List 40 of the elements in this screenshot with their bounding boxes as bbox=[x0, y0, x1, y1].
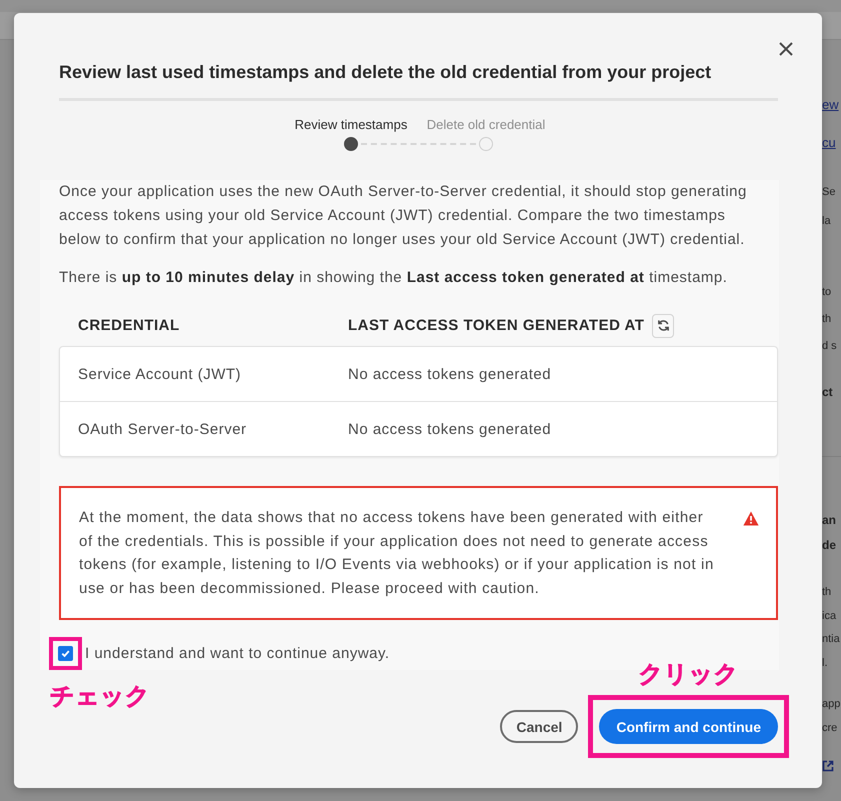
page-text: ct bbox=[822, 385, 833, 399]
page-text: la bbox=[822, 215, 831, 227]
intro-text: Once your application uses the new OAuth Server-to-Server credential, it should stop generating access tokens using your old Service Account (JWT) credential. Compare the two timestamps below to confirm that your application no longer uses your old Service Account (JWT) credential. bbox=[59, 182, 748, 250]
checkbox[interactable] bbox=[58, 646, 73, 661]
step-label: Review timestamps bbox=[294, 117, 408, 133]
table-cell: No access tokens generated bbox=[348, 366, 552, 382]
page-text: cre bbox=[822, 722, 838, 734]
page-text: th bbox=[822, 313, 832, 325]
dialog-title: Review last used timestamps and delete the old credential from your project bbox=[59, 61, 712, 84]
checkbox-label[interactable]: I understand and want to continue anyway. bbox=[85, 644, 390, 664]
page-text: ica bbox=[822, 610, 836, 622]
section-heading: de bbox=[822, 538, 836, 552]
refresh-button[interactable] bbox=[652, 314, 674, 338]
table-cell: No access tokens generated bbox=[348, 420, 552, 438]
column-header: CREDENTIAL bbox=[78, 317, 181, 334]
checkmark-icon bbox=[60, 648, 71, 659]
warning-text: At the moment, the data shows that no access tokens have been generated with either of the credentials. This is possible if your application does not need to generate access tokens (for example, listening to I/O Events via webhooks) or if your application is not in use or has been decommissioned. Please proceed with caution. bbox=[79, 508, 715, 598]
cancel-button[interactable]: Cancel bbox=[500, 710, 578, 743]
page-text: to bbox=[822, 286, 832, 298]
close-icon bbox=[779, 42, 793, 56]
table-cell: OAuth Server-to-Server bbox=[78, 420, 247, 438]
link[interactable]: cu bbox=[822, 135, 836, 150]
column-header: LAST ACCESS TOKEN GENERATED AT bbox=[348, 317, 644, 334]
confirm-button[interactable]: Confirm and continue bbox=[599, 709, 778, 744]
page-text: ntia bbox=[822, 633, 840, 645]
warning-icon bbox=[743, 511, 759, 526]
annotation-label: チェック bbox=[50, 682, 150, 711]
page-text: d s bbox=[822, 340, 837, 352]
page-text: app bbox=[822, 698, 840, 710]
step-label: Delete old credential bbox=[426, 117, 546, 133]
page-text: Se bbox=[822, 186, 836, 198]
external-link-icon[interactable] bbox=[822, 760, 834, 772]
page-text: th bbox=[822, 586, 832, 598]
table-cell: Service Account (JWT) bbox=[78, 366, 242, 382]
page-text: l. bbox=[822, 656, 828, 668]
refresh-icon bbox=[656, 319, 670, 332]
annotation-label: クリック bbox=[638, 660, 739, 689]
section-heading: an bbox=[822, 513, 836, 527]
link[interactable]: ew bbox=[822, 97, 839, 112]
delay-note: There is up to 10 minutes delay in showing the Last access token generated at timestamp. bbox=[59, 268, 728, 288]
